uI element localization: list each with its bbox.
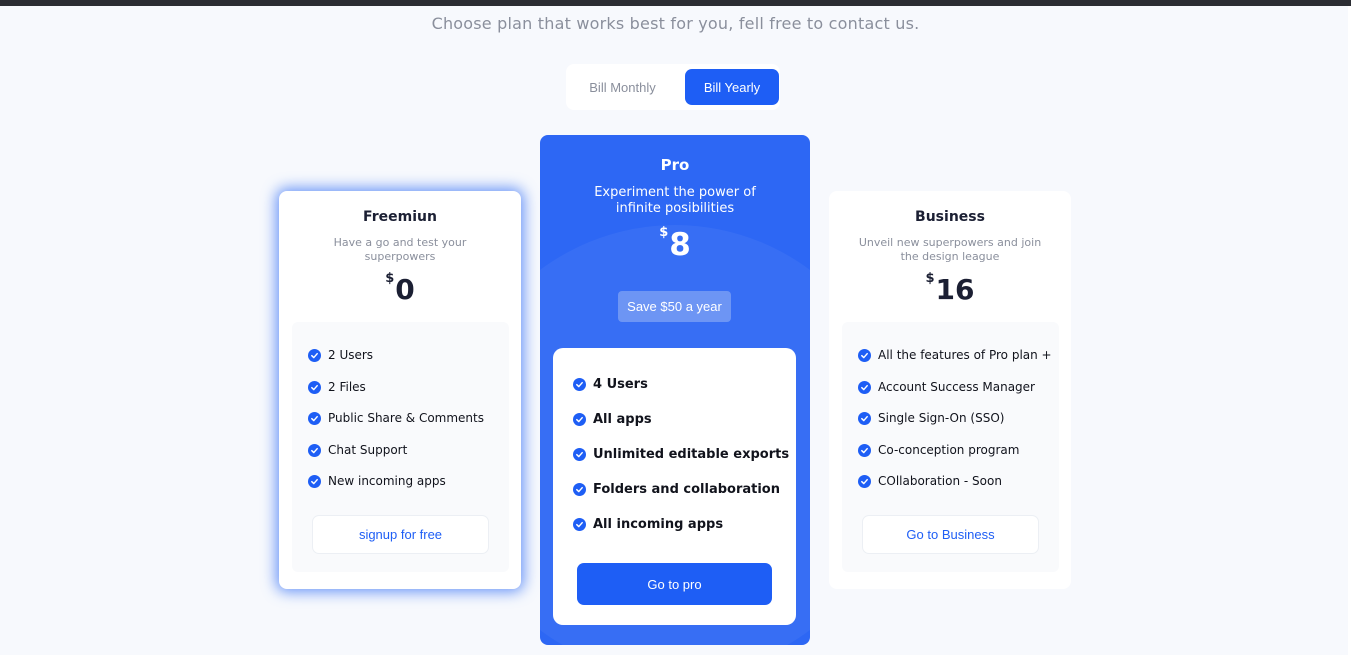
price-amount: 16	[935, 273, 975, 306]
feature-item: 2 Files	[308, 380, 366, 394]
feature-label: Chat Support	[328, 443, 408, 457]
feature-list: 4 Users All apps Unlimited editable expo…	[553, 348, 796, 625]
price-amount: 0	[395, 273, 415, 306]
feature-item: Public Share & Comments	[308, 411, 484, 425]
check-icon	[308, 411, 321, 425]
feature-item: Unlimited editable exports	[573, 447, 789, 462]
save-badge: Save $50 a year	[618, 291, 731, 322]
plan-price: $0	[279, 271, 521, 306]
check-icon	[308, 443, 321, 457]
feature-label: Public Share & Comments	[328, 411, 484, 425]
plan-card-free: Freemiun Have a go and test your superpo…	[279, 191, 521, 589]
feature-item: Account Success Manager	[858, 380, 1035, 394]
feature-item: All incoming apps	[573, 517, 723, 532]
plan-description: Unveil new superpowers and join the desi…	[858, 236, 1042, 263]
feature-label: Account Success Manager	[878, 380, 1035, 394]
plan-description: Have a go and test your superpowers	[333, 236, 467, 263]
check-icon	[858, 474, 871, 488]
currency-symbol: $	[385, 271, 395, 286]
check-icon	[308, 380, 321, 394]
feature-label: 2 Users	[328, 348, 374, 362]
billing-toggle: Bill Monthly Bill Yearly	[566, 64, 780, 110]
check-icon	[308, 348, 321, 362]
feature-label: Co-conception program	[878, 443, 1020, 457]
feature-label: COllaboration - Soon	[878, 474, 1002, 488]
go-to-business-button[interactable]: Go to Business	[862, 515, 1039, 554]
go-to-pro-button[interactable]: Go to pro	[577, 563, 772, 605]
feature-item: New incoming apps	[308, 474, 446, 488]
feature-item: Chat Support	[308, 443, 407, 457]
price-amount: 8	[669, 227, 691, 263]
feature-item: All apps	[573, 412, 652, 427]
plan-price: $16	[829, 271, 1071, 306]
feature-label: Unlimited editable exports	[593, 447, 790, 462]
signup-free-button[interactable]: signup for free	[312, 515, 489, 554]
feature-label: Single Sign-On (SSO)	[878, 411, 1005, 425]
plan-name: Pro	[660, 156, 690, 174]
check-icon	[573, 448, 586, 461]
feature-item: COllaboration - Soon	[858, 474, 1002, 488]
feature-list: 2 Users 2 Files Public Share & Comments …	[292, 322, 509, 572]
check-icon	[858, 380, 871, 394]
feature-label: 2 Files	[328, 380, 366, 394]
feature-label: All the features of Pro plan +	[878, 348, 1052, 362]
check-icon	[858, 348, 871, 362]
plan-name: Business	[915, 209, 985, 225]
plan-price: $8	[540, 225, 810, 263]
plan-card-pro: Pro Experiment the power of infinite pos…	[540, 135, 810, 645]
feature-list: All the features of Pro plan + Account S…	[842, 322, 1059, 572]
feature-label: 4 Users	[593, 377, 648, 392]
plan-description: Experiment the power of infinite posibil…	[594, 185, 756, 216]
feature-label: Folders and collaboration	[593, 482, 780, 497]
check-icon	[858, 411, 871, 425]
plan-name: Freemiun	[363, 209, 437, 225]
bill-monthly-button[interactable]: Bill Monthly	[574, 69, 671, 105]
page-subtitle: Choose plan that works best for you, fel…	[431, 14, 920, 33]
feature-item: Co-conception program	[858, 443, 1019, 457]
feature-item: 4 Users	[573, 377, 648, 392]
feature-item: Single Sign-On (SSO)	[858, 411, 1004, 425]
plan-card-business: Business Unveil new superpowers and join…	[829, 191, 1071, 589]
check-icon	[573, 518, 586, 531]
check-icon	[308, 474, 321, 488]
check-icon	[858, 443, 871, 457]
feature-label: All apps	[593, 412, 652, 427]
currency-symbol: $	[659, 225, 669, 240]
feature-item: Folders and collaboration	[573, 482, 780, 497]
feature-item: All the features of Pro plan +	[858, 348, 1052, 362]
feature-label: All incoming apps	[593, 517, 724, 532]
top-bar	[0, 0, 1351, 6]
check-icon	[573, 413, 586, 426]
feature-label: New incoming apps	[328, 474, 446, 488]
feature-item: 2 Users	[308, 348, 373, 362]
bill-yearly-button[interactable]: Bill Yearly	[685, 69, 779, 105]
currency-symbol: $	[925, 271, 935, 286]
check-icon	[573, 483, 586, 496]
check-icon	[573, 378, 586, 391]
